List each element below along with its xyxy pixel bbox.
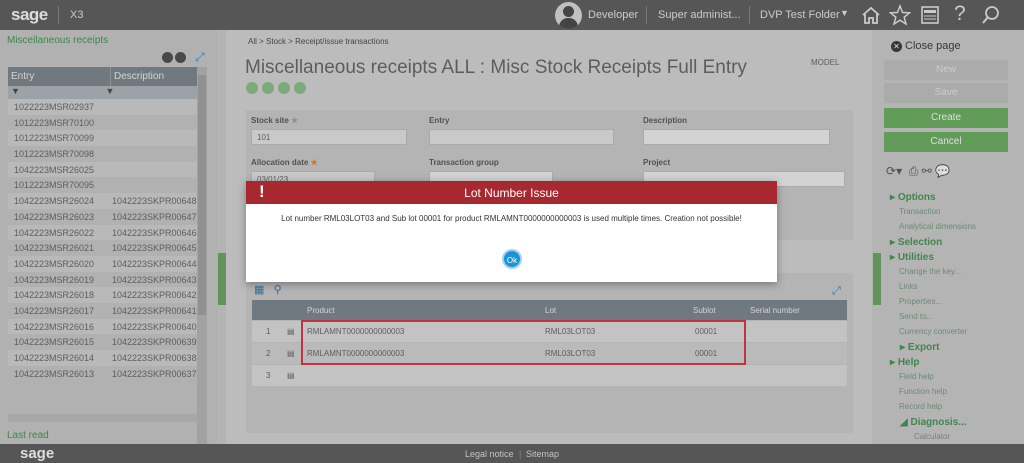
ok-button[interactable]: Ok [502,249,522,269]
error-dialog: ! Lot Number Issue Lot number RML03LOT03… [246,181,777,282]
dialog-title: Lot Number Issue [464,186,559,200]
dialog-message: Lot number RML03LOT03 and Sub lot 00001 … [281,214,742,223]
dialog-header: ! Lot Number Issue [246,181,777,204]
